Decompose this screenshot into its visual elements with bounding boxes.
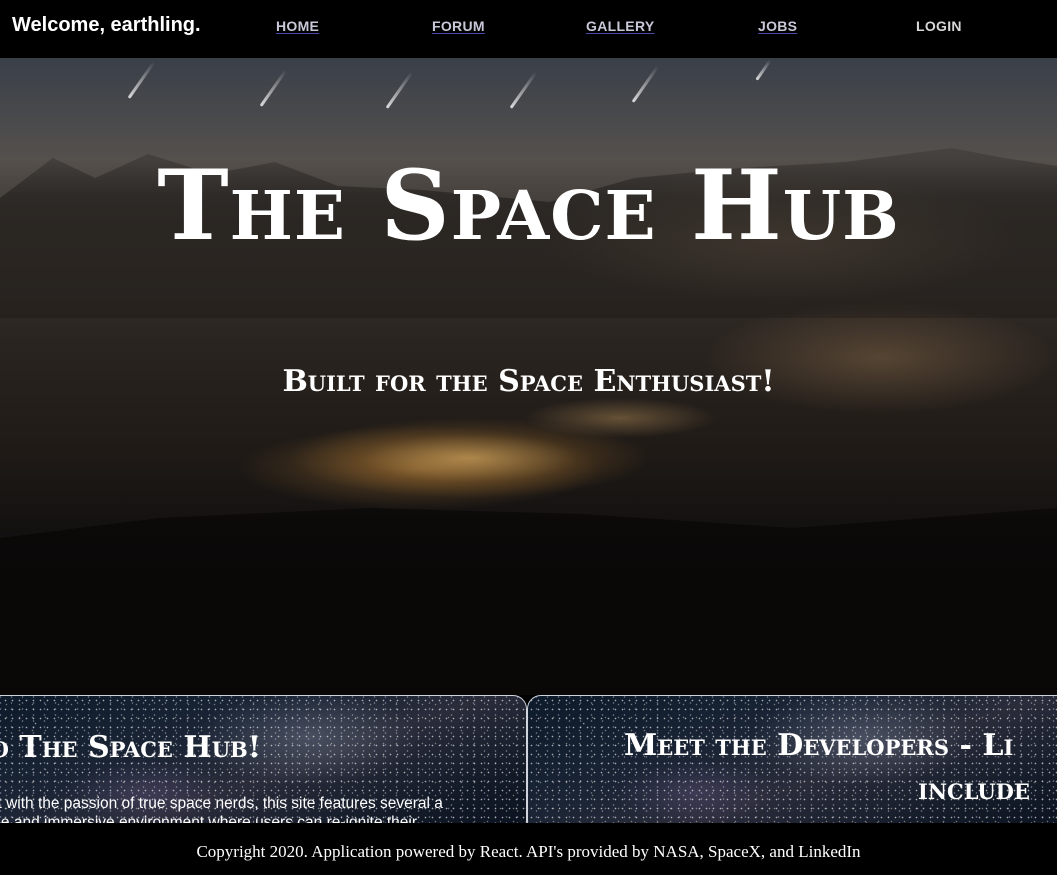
- brand-greeting: Welcome, earthling.: [12, 14, 201, 36]
- feature-cards: to The Space Hub! ! Built with the passi…: [0, 695, 1057, 823]
- comet-streak: [127, 61, 156, 99]
- developers-card-title-line2: include: [918, 772, 1030, 807]
- comet-streak: [259, 69, 288, 107]
- nav-link-home[interactable]: HOME: [276, 18, 319, 34]
- hero-title: The Space Hub: [157, 149, 900, 262]
- developers-card-title: Meet the Developers - Li: [624, 728, 1014, 763]
- comet-streak: [631, 65, 660, 103]
- comet-streak: [385, 71, 414, 109]
- navbar: Welcome, earthling. HOME FORUM GALLERY J…: [0, 0, 1057, 58]
- developers-card: Meet the Developers - Li include: [527, 695, 1057, 823]
- nav-link-login[interactable]: LOGIN: [916, 18, 962, 34]
- nav-link-forum[interactable]: FORUM: [432, 18, 485, 34]
- footer-copyright: Copyright 2020. Application powered by R…: [196, 842, 861, 861]
- comet-streak: [755, 59, 772, 81]
- welcome-card-body: ! Built with the passion of true space n…: [0, 795, 443, 823]
- nav-link-gallery[interactable]: GALLERY: [586, 18, 654, 34]
- hero-banner: The Space Hub Built for the Space Enthus…: [0, 58, 1057, 695]
- foreground-hill: [0, 508, 1057, 695]
- welcome-card-title: to The Space Hub!: [0, 730, 261, 765]
- footer: Copyright 2020. Application powered by R…: [0, 823, 1057, 875]
- nav-link-jobs[interactable]: JOBS: [758, 18, 797, 34]
- welcome-card: to The Space Hub! ! Built with the passi…: [0, 695, 527, 823]
- hero-subtitle: Built for the Space Enthusiast!: [282, 364, 775, 399]
- comet-streak: [509, 71, 538, 109]
